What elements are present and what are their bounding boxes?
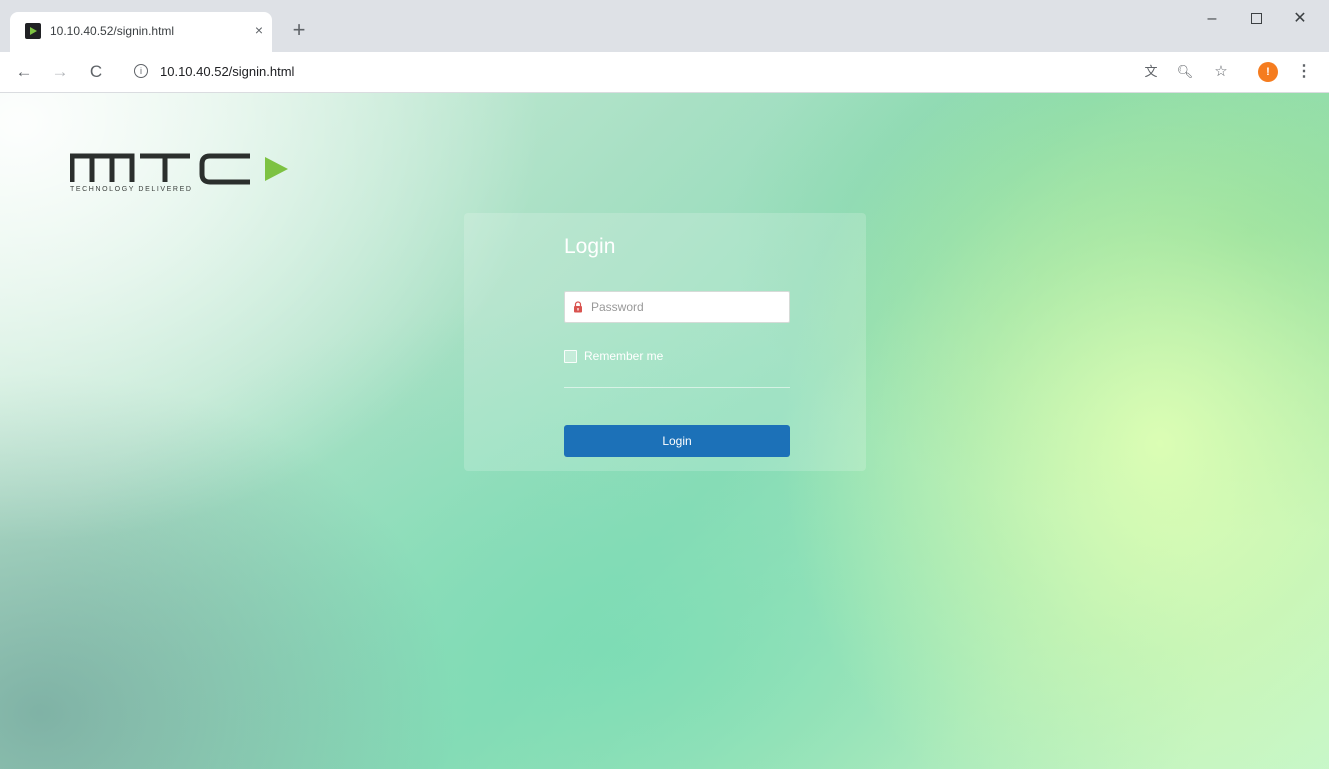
menu-icon[interactable]: ⋮ [1294,62,1314,82]
forward-button[interactable]: → [48,60,72,84]
maximize-icon [1250,13,1262,25]
login-heading: Login [564,235,616,258]
tab-title: 10.10.40.52/signin.html [50,24,175,38]
browser-tab[interactable]: 10.10.40.52/signin.html × [10,12,272,52]
browser-window: 10.10.40.52/signin.html × + – ✕ ← → C i … [0,0,1329,769]
minimize-button[interactable]: – [1192,8,1232,32]
back-button[interactable]: ← [12,60,36,84]
remember-me-checkbox[interactable] [564,350,577,363]
login-button[interactable]: Login [564,425,790,457]
password-field[interactable] [564,291,793,323]
tab-strip: 10.10.40.52/signin.html × + – ✕ [0,0,1329,52]
password-input[interactable] [587,292,793,322]
maximize-button[interactable] [1236,8,1276,32]
page-background: TECHNOLOGY DELIVERED Login Remember me L… [0,93,1329,769]
window-close-button[interactable]: ✕ [1280,8,1320,32]
divider [564,387,790,388]
profile-avatar[interactable]: ! [1258,62,1278,82]
mtc-logo-mark [69,153,288,185]
mtc-logo: TECHNOLOGY DELIVERED [69,143,300,199]
translate-icon[interactable]: 文 [1141,62,1161,82]
bookmark-star-icon[interactable]: ☆ [1211,62,1231,82]
zoom-icon[interactable]: 🔍︎ [1175,62,1195,82]
url-text[interactable]: 10.10.40.52/signin.html [160,64,294,79]
remember-me-row[interactable]: Remember me [564,347,804,365]
reload-button[interactable]: C [84,60,108,84]
lock-icon [574,301,582,313]
browser-toolbar: ← → C i 10.10.40.52/signin.html 文 🔍︎ ☆ !… [0,52,1329,93]
login-card: Login Remember me Login [464,213,866,471]
logo-tagline: TECHNOLOGY DELIVERED [70,186,193,193]
new-tab-button[interactable]: + [286,18,312,44]
tab-close-icon[interactable]: × [250,21,268,39]
remember-me-label[interactable]: Remember me [584,349,663,363]
favicon-icon [25,23,41,39]
address-bar[interactable]: i 10.10.40.52/signin.html [122,58,1132,86]
site-info-icon[interactable]: i [134,64,148,78]
